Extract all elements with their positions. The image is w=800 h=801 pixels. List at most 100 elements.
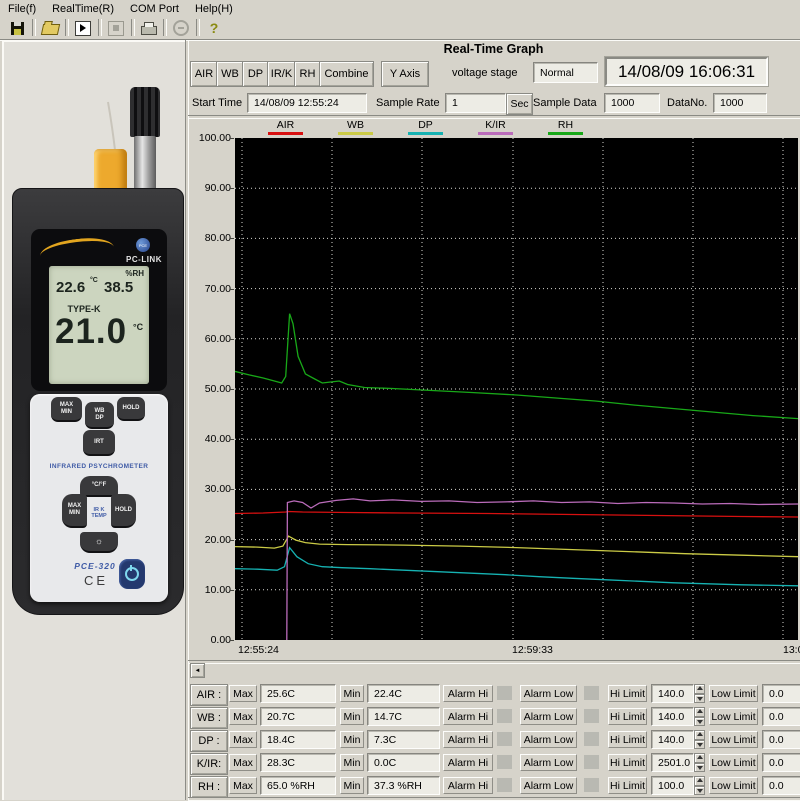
save-button[interactable]: [5, 18, 29, 38]
thermocouple-wire: [102, 100, 118, 152]
device-key-hold: HOLD: [117, 397, 145, 421]
spinner-up-icon[interactable]: [694, 684, 705, 694]
y-tick-mark: [230, 640, 234, 641]
legend-color-bar: [408, 132, 443, 135]
page-title: Real-Time Graph: [187, 42, 800, 56]
hi-limit-label: Hi Limit: [608, 731, 647, 748]
hi-limit-field-wb[interactable]: 140.0: [651, 707, 694, 726]
toolbar-separator: [98, 19, 102, 36]
channel-button-dp[interactable]: DP: [242, 61, 269, 87]
help-button[interactable]: ?: [202, 18, 226, 38]
max-value-wb: 20.7C: [260, 707, 336, 726]
alarm-low-indicator-kir: [584, 755, 599, 769]
row-channel-button-kir[interactable]: K/IR:: [190, 753, 228, 775]
chart-canvas: [235, 138, 798, 640]
alarm-hi-indicator-rh: [497, 778, 512, 792]
alarm-hi-label: Alarm Hi: [443, 685, 493, 702]
combine-button[interactable]: Combine: [319, 61, 374, 87]
alarm-low-indicator-dp: [584, 732, 599, 746]
lcd-main-unit: °C: [133, 322, 143, 332]
spinner-down-icon[interactable]: [694, 786, 705, 796]
low-limit-field-air[interactable]: 0.0: [762, 684, 800, 703]
device-key-irt: IRT: [83, 430, 115, 456]
menu-realtime[interactable]: RealTime(R): [44, 2, 122, 16]
row-channel-button-dp[interactable]: DP :: [190, 730, 228, 752]
row-channel-button-rh[interactable]: RH :: [190, 776, 228, 798]
device-key-wbdp: WB DP: [85, 402, 114, 429]
sample-rate-field[interactable]: 1: [445, 93, 506, 113]
y-tick-label: 100.00: [187, 132, 231, 144]
spinner-down-icon[interactable]: [694, 740, 705, 750]
menu-com-port[interactable]: COM Port: [122, 2, 187, 16]
max-value-kir: 28.3C: [260, 753, 336, 772]
min-value-rh: 37.3 %RH: [367, 776, 440, 795]
alarm-low-indicator-rh: [584, 778, 599, 792]
low-limit-label: Low Limit: [709, 754, 758, 771]
menu-help[interactable]: Help(H): [187, 2, 241, 16]
alarm-hi-indicator-wb: [497, 709, 512, 723]
spinner-up-icon[interactable]: [694, 707, 705, 717]
low-limit-field-wb[interactable]: 0.0: [762, 707, 800, 726]
sample-data-label: Sample Data: [533, 97, 597, 109]
legend-label: AIR: [251, 119, 321, 131]
toolbar-separator: [163, 19, 167, 36]
hi-limit-spinner-wb[interactable]: [694, 707, 705, 726]
hi-limit-spinner-rh[interactable]: [694, 776, 705, 795]
disconnect-button[interactable]: [169, 18, 193, 38]
alarm-low-label: Alarm Low: [520, 731, 577, 748]
voltage-stage-label: voltage stage: [452, 67, 517, 79]
data-no-field[interactable]: 1000: [713, 93, 767, 113]
hi-limit-label: Hi Limit: [608, 777, 647, 794]
y-axis-button[interactable]: Y Axis: [381, 61, 429, 87]
device-photo: PCE PC-LINK %RH 22.6 °C 38.5 TYPE-K 21.0…: [2, 40, 185, 800]
hi-limit-spinner-kir[interactable]: [694, 753, 705, 772]
voltage-stage-field[interactable]: Normal: [533, 62, 598, 83]
sample-data-field[interactable]: 1000: [604, 93, 660, 113]
open-folder-icon: [40, 24, 59, 35]
row-channel-button-air[interactable]: AIR :: [190, 684, 228, 706]
spinner-down-icon[interactable]: [694, 763, 705, 773]
low-limit-label: Low Limit: [709, 708, 758, 725]
min-value-air: 22.4C: [367, 684, 440, 703]
open-button[interactable]: [38, 18, 62, 38]
spinner-down-icon[interactable]: [694, 717, 705, 727]
table-scroll-left-button[interactable]: ◄: [190, 663, 205, 678]
menu-file[interactable]: File(f): [0, 2, 44, 16]
hi-limit-label: Hi Limit: [608, 754, 647, 771]
sec-button[interactable]: Sec: [506, 93, 533, 115]
stop-button[interactable]: [104, 18, 128, 38]
channel-button-irk[interactable]: IR/K: [267, 61, 296, 87]
lcd-temp-value: 22.6: [56, 279, 85, 296]
spinner-up-icon[interactable]: [694, 730, 705, 740]
row-channel-button-wb[interactable]: WB :: [190, 707, 228, 729]
menu-bar: File(f) RealTime(R) COM Port Help(H): [0, 0, 800, 17]
channel-button-air[interactable]: AIR: [190, 61, 218, 87]
y-tick-mark: [230, 188, 234, 189]
low-limit-field-rh[interactable]: 0.0: [762, 776, 800, 795]
print-button[interactable]: [137, 18, 161, 38]
max-label: Max: [229, 685, 257, 702]
low-limit-field-dp[interactable]: 0.0: [762, 730, 800, 749]
spinner-up-icon[interactable]: [694, 753, 705, 763]
hi-limit-field-kir[interactable]: 2501.0: [651, 753, 694, 772]
y-tick-mark: [230, 540, 234, 541]
spinner-down-icon[interactable]: [694, 694, 705, 704]
channel-button-wb[interactable]: WB: [216, 61, 244, 87]
min-label: Min: [340, 777, 364, 794]
start-time-field[interactable]: 14/08/09 12:55:24: [247, 93, 367, 113]
toolbar-separator: [131, 19, 135, 36]
spinner-up-icon[interactable]: [694, 776, 705, 786]
channel-button-rh[interactable]: RH: [294, 61, 321, 87]
legend-color-bar: [478, 132, 513, 135]
start-button[interactable]: [71, 18, 95, 38]
hi-limit-spinner-dp[interactable]: [694, 730, 705, 749]
alarm-low-label: Alarm Low: [520, 685, 577, 702]
series-line-rh: [235, 314, 798, 419]
hi-limit-field-dp[interactable]: 140.0: [651, 730, 694, 749]
toolbar-separator: [65, 19, 69, 36]
hi-limit-field-air[interactable]: 140.0: [651, 684, 694, 703]
hi-limit-spinner-air[interactable]: [694, 684, 705, 703]
legend-item: K/IR: [461, 119, 531, 135]
low-limit-field-kir[interactable]: 0.0: [762, 753, 800, 772]
hi-limit-field-rh[interactable]: 100.0: [651, 776, 694, 795]
